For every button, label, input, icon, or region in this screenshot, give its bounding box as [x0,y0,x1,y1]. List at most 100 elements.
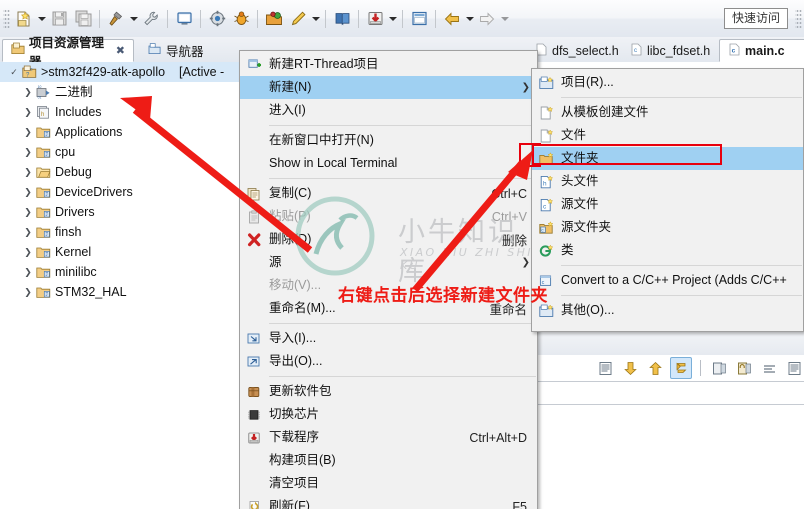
terminal-icon[interactable] [172,7,196,31]
menu-item-新建rt-thread项目[interactable]: 新建RT-Thread项目 [240,53,537,76]
menu-item-shortcut: F5 [512,499,527,509]
forward-dropdown-chevron-down-icon[interactable] [499,7,510,31]
project-explorer-tree[interactable]: ✓ c ? > stm32f429-atk-apollo [Active - ❯… [0,62,249,509]
back-dropdown-chevron-down-icon[interactable] [464,7,475,31]
menu-item-下载程序[interactable]: 下载程序 Ctrl+Alt+D [240,426,537,449]
pen-icon[interactable] [286,7,310,31]
chevron-right-icon[interactable]: ❯ [22,102,34,122]
display-selected-icon[interactable] [784,358,804,378]
new-dropdown-chevron-down-icon[interactable] [36,7,47,31]
chevron-right-icon[interactable]: ❯ [22,202,34,222]
link-editor-icon[interactable] [670,357,692,379]
chevron-right-icon[interactable]: ❯ [22,162,34,182]
arrow-right-icon[interactable] [475,7,499,31]
lock-console-icon[interactable] [734,358,754,378]
c-file-icon: c [728,43,741,59]
bug-icon[interactable] [229,7,253,31]
menu-item-删除-d-[interactable]: 删除(D) 删除 [240,228,537,251]
menu-item-更新软件包[interactable]: 更新软件包 [240,380,537,403]
menu-item-文件[interactable]: 文件 [532,124,803,147]
toolbar-separator [200,9,201,28]
menu-item-清空项目[interactable]: 清空项目 [240,472,537,495]
menu-item-新建-n-[interactable]: 新建(N) ❯ [240,76,537,99]
build-dropdown-chevron-down-icon[interactable] [128,7,139,31]
menu-item-项目-r-[interactable]: 项目(R)... [532,71,803,94]
tree-row-finsh[interactable]: ❯ finsh [0,222,248,242]
wrench-icon[interactable] [139,7,163,31]
save-icon[interactable] [47,7,71,31]
tree-row-Drivers[interactable]: ❯ Drivers [0,202,248,222]
chevron-right-icon[interactable]: ❯ [22,282,34,302]
svg-text:h: h [543,180,547,187]
clear-icon[interactable] [759,358,779,378]
book-icon[interactable] [330,7,354,31]
menu-item-在新窗口中打开-n-[interactable]: 在新窗口中打开(N) [240,129,537,152]
menu-item-源文件[interactable]: c 源文件 [532,193,803,216]
tree-row-STM32_HAL[interactable]: ❯ STM32_HAL [0,282,248,302]
chevron-right-icon[interactable]: ❯ [22,222,34,242]
console-icon[interactable] [595,358,615,378]
chevron-right-icon[interactable]: ❯ [22,142,34,162]
arrow-down-icon[interactable] [620,358,640,378]
tab-project-explorer[interactable]: 项目资源管理器 ✖ [2,36,134,69]
tab-dfs-select-h[interactable]: dfs_select.h [527,39,619,62]
hammer-icon[interactable] [104,7,128,31]
menu-item-源[interactable]: 源 ❯ [240,251,537,274]
menu-item-文件夹[interactable]: 文件夹 [532,147,803,170]
tree-item-label: cpu [55,145,76,159]
menu-item-从模板创建文件[interactable]: 从模板创建文件 [532,101,803,124]
menu-item-切换芯片[interactable]: 切换芯片 [240,403,537,426]
tree-row-Includes[interactable]: ❯ h Includes [0,102,248,122]
quick-access-field[interactable]: 快速访问 [723,8,788,29]
menu-item-复制-c-[interactable]: 复制(C) Ctrl+C [240,182,537,205]
save-console-icon[interactable] [709,358,729,378]
chevron-right-icon[interactable]: ❯ [22,182,34,202]
close-icon[interactable]: ✖ [116,44,125,57]
context-menu[interactable]: 新建RT-Thread项目 新建(N) ❯ 进入(I) 在新窗口中打开(N) Show i… [239,50,538,509]
menu-item-头文件[interactable]: h 头文件 [532,170,803,193]
tree-row-cpu[interactable]: ❯ cpu [0,142,248,162]
flash-dropdown-chevron-down-icon[interactable] [310,7,321,31]
chevron-down-icon[interactable]: ✓ [8,62,20,82]
arrow-left-icon[interactable] [440,7,464,31]
menu-item-刷新-f-[interactable]: 刷新(F) F5 [240,495,537,509]
tree-row-Kernel[interactable]: ❯ Kernel [0,242,248,262]
menu-item-其他-o-[interactable]: 其他(O)... [532,299,803,322]
gear-icon[interactable] [205,7,229,31]
tab-navigator[interactable]: 导航器 [140,39,236,62]
chevron-right-icon[interactable]: ❯ [22,262,34,282]
menu-item-convert-to-a-c-c-project-adds-c-c-[interactable]: c Convert to a C/C++ Project (Adds C/C++ [532,269,803,292]
tab-label: dfs_select.h [552,43,619,58]
chevron-right-icon[interactable]: ❯ [22,242,34,262]
tree-row-DeviceDrivers[interactable]: ❯ DeviceDrivers [0,182,248,202]
run-icon[interactable] [262,7,286,31]
tree-row-Applications[interactable]: ❯ Applications [0,122,248,142]
toolbar-grip-right[interactable] [795,7,802,30]
tab-libc-fdset-h[interactable]: c libc_fdset.h [622,39,714,62]
toolbar-grip[interactable] [3,7,10,30]
save-all-icon[interactable] [71,7,95,31]
source-folder-icon [34,264,52,280]
tree-row-project-root[interactable]: ✓ c ? > stm32f429-atk-apollo [Active - [0,62,248,82]
menu-item-构建项目-b-[interactable]: 构建项目(B) [240,449,537,472]
new-file-icon[interactable] [12,7,36,31]
arrow-up-icon[interactable] [645,358,665,378]
menu-item-类[interactable]: 类 [532,239,803,262]
tab-main-c[interactable]: c main.c [719,39,804,62]
menu-item-进入-i-[interactable]: 进入(I) [240,99,537,122]
chevron-right-icon[interactable]: ❯ [22,82,34,102]
tree-row-二进制[interactable]: ❯ 10 01 二进制 [0,82,248,102]
download-icon[interactable] [363,7,387,31]
new-submenu[interactable]: 项目(R)... 从模板创建文件 文件 文件夹 h 头文件 c 源文件 c 源文件夹类 c Conve… [531,68,804,332]
menu-item-导出-o-[interactable]: 导出(O)... [240,350,537,373]
menu-item-源文件夹[interactable]: c 源文件夹 [532,216,803,239]
menu-item-show-in-local-terminal[interactable]: Show in Local Terminal ❯ [240,152,537,175]
perspective-icon[interactable] [407,7,431,31]
tree-root-prefix: > [41,65,49,79]
chevron-right-icon[interactable]: ❯ [22,122,34,142]
source-folder-new-icon: c [532,216,561,239]
tree-row-Debug[interactable]: ❯ Debug [0,162,248,182]
tree-row-minilibc[interactable]: ❯ minilibc [0,262,248,282]
download-dropdown-chevron-down-icon[interactable] [387,7,398,31]
menu-item-导入-i-[interactable]: 导入(I)... [240,327,537,350]
